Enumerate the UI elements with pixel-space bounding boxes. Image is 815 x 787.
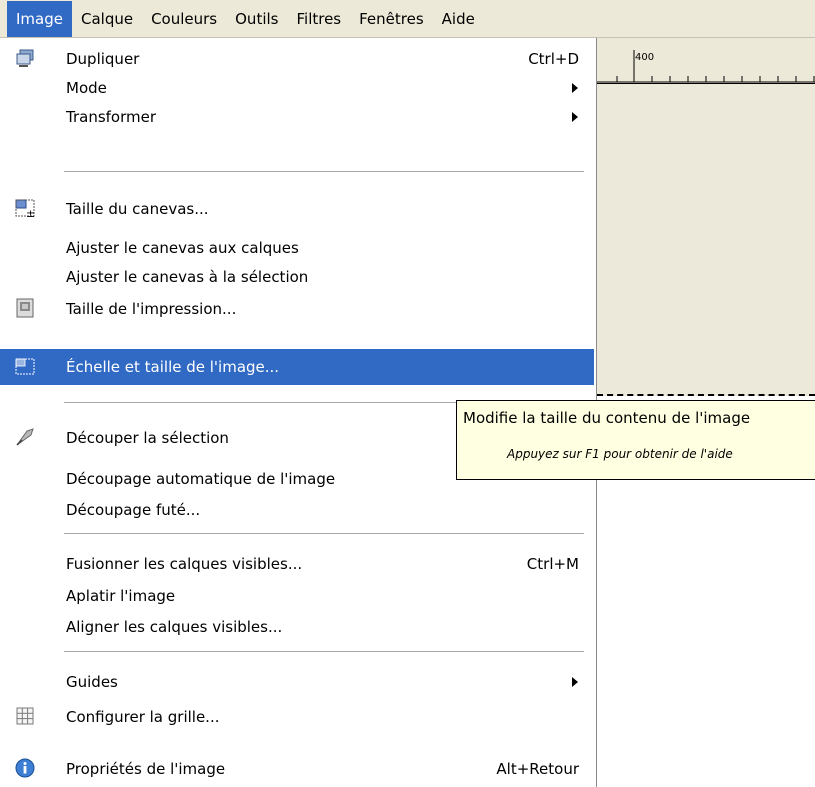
menubar: Image Calque Couleurs Outils Filtres Fen… xyxy=(0,0,815,38)
tooltip-text: Modifie la taille du contenu de l'image xyxy=(463,409,751,427)
menu-item-guides[interactable]: Guides xyxy=(2,665,593,698)
tooltip-help-hint: Appuyez sur F1 pour obtenir de l'aide xyxy=(507,447,733,461)
menu-label: Propriétés de l'image xyxy=(66,759,226,778)
scale-image-icon xyxy=(15,358,35,375)
menu-item-proprietes[interactable]: Propriétés de l'image Alt+Retour xyxy=(2,752,593,785)
selection-marching-ants xyxy=(597,394,815,396)
menu-shortcut: Ctrl+M xyxy=(526,554,579,573)
menu-label: Fusionner les calques visibles... xyxy=(66,554,303,573)
menu-label: Découper la sélection xyxy=(66,428,229,447)
menu-item-taille-canevas[interactable]: ± Taille du canevas... xyxy=(2,192,593,225)
ruler-ticks xyxy=(597,50,815,83)
menubar-outils[interactable]: Outils xyxy=(226,1,287,37)
menu-label: Taille de l'impression... xyxy=(66,299,237,318)
submenu-arrow-icon xyxy=(572,676,578,687)
svg-text:±: ± xyxy=(26,207,35,219)
print-size-icon xyxy=(16,298,34,318)
menu-label: Découpage automatique de l'image xyxy=(66,469,336,488)
menu-item-echelle-taille[interactable]: Échelle et taille de l'image... xyxy=(0,349,594,385)
menu-label: Taille du canevas... xyxy=(66,199,209,218)
menubar-calque[interactable]: Calque xyxy=(72,1,142,37)
tooltip: Modifie la taille du contenu de l'image … xyxy=(456,400,815,480)
menu-shortcut: Ctrl+D xyxy=(528,49,579,68)
menu-label: Échelle et taille de l'image... xyxy=(66,358,280,376)
canvas-size-icon: ± xyxy=(15,199,35,219)
menu-label: Guides xyxy=(66,672,118,691)
info-icon xyxy=(15,758,35,778)
duplicate-icon xyxy=(16,49,34,67)
menu-item-grille[interactable]: Configurer la grille... xyxy=(2,700,593,733)
menu-item-fusionner[interactable]: Fusionner les calques visibles... Ctrl+M xyxy=(2,547,593,580)
menu-label: Dupliquer xyxy=(66,49,140,68)
crop-icon xyxy=(16,428,34,446)
submenu-arrow-icon xyxy=(572,111,578,122)
menu-label: Transformer xyxy=(66,107,157,126)
menu-item-taille-impression[interactable]: Taille de l'impression... xyxy=(2,292,593,325)
menu-separator xyxy=(64,651,584,653)
menu-shortcut: Alt+Retour xyxy=(496,759,579,778)
menu-label: Aligner les calques visibles... xyxy=(66,617,283,636)
menubar-couleurs[interactable]: Couleurs xyxy=(142,1,226,37)
menu-label: Mode xyxy=(66,78,107,97)
menubar-fenetres[interactable]: Fenêtres xyxy=(350,1,433,37)
menu-item-aplatir[interactable]: Aplatir l'image xyxy=(2,579,593,612)
menubar-aide[interactable]: Aide xyxy=(433,1,484,37)
menu-item-ajuster-selection[interactable]: Ajuster le canevas à la sélection xyxy=(2,260,593,293)
horizontal-ruler[interactable]: 400 xyxy=(597,38,815,84)
menu-label: Configurer la grille... xyxy=(66,707,220,726)
menu-label: Ajuster le canevas aux calques xyxy=(66,238,299,257)
menu-separator xyxy=(64,533,584,535)
canvas-workspace[interactable] xyxy=(597,84,815,396)
grid-icon xyxy=(16,707,34,725)
menubar-filtres[interactable]: Filtres xyxy=(287,1,350,37)
submenu-arrow-icon xyxy=(572,82,578,93)
menu-separator xyxy=(64,171,584,173)
menu-label: Aplatir l'image xyxy=(66,586,176,605)
menu-label: Découpage futé... xyxy=(66,500,201,519)
menu-item-aligner[interactable]: Aligner les calques visibles... xyxy=(2,610,593,643)
menu-label: Ajuster le canevas à la sélection xyxy=(66,267,309,286)
menubar-image[interactable]: Image xyxy=(7,0,72,37)
menu-item-transformer[interactable]: Transformer xyxy=(2,100,593,133)
ruler-label: 400 xyxy=(635,52,655,63)
menu-item-decoupage-fute[interactable]: Découpage futé... xyxy=(2,493,593,526)
